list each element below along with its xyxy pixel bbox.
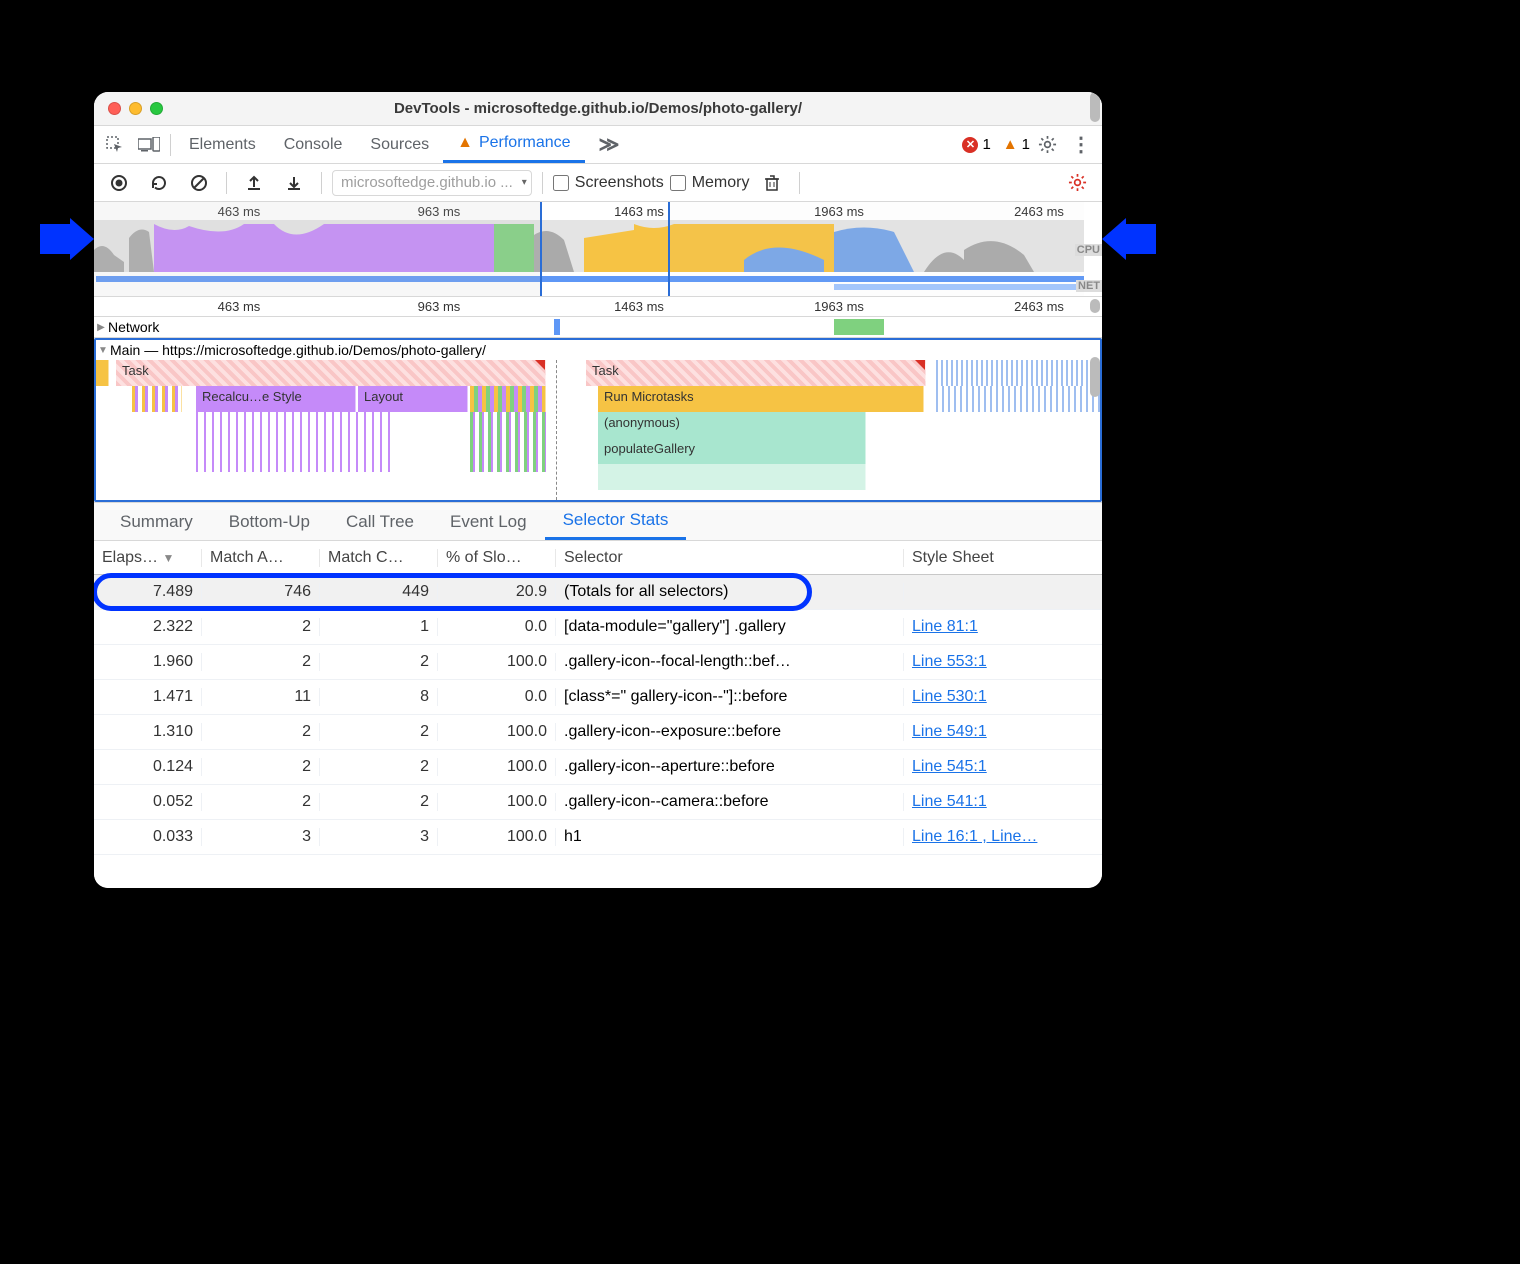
warning-icon: ▲ xyxy=(457,134,473,152)
table-body: 7.48974644920.9(Totals for all selectors… xyxy=(94,575,1102,855)
table-row[interactable]: 1.4711180.0[class*=" gallery-icon--"]::b… xyxy=(94,680,1102,715)
recalc-style-bar[interactable]: Recalcu…e Style xyxy=(196,386,356,412)
tabs-overflow-button[interactable]: ≫ xyxy=(585,126,634,163)
col-match-count[interactable]: Match C… xyxy=(320,549,438,567)
download-button[interactable] xyxy=(277,166,311,200)
memory-checkbox[interactable]: Memory xyxy=(670,174,750,192)
tab-selector-stats[interactable]: Selector Stats xyxy=(545,503,687,540)
table-row[interactable]: 0.05222100.0.gallery-icon--camera::befor… xyxy=(94,785,1102,820)
scrollbar-thumb[interactable] xyxy=(1090,357,1100,397)
gc-button[interactable] xyxy=(755,166,789,200)
memory-checkbox-input[interactable] xyxy=(670,175,686,191)
network-track-header[interactable]: ▶ Network xyxy=(94,317,1102,337)
clear-button[interactable] xyxy=(182,166,216,200)
detail-tab-bar: Summary Bottom-Up Call Tree Event Log Se… xyxy=(94,503,1102,541)
stylesheet-link[interactable]: Line 545:1 xyxy=(912,758,987,775)
main-tab-bar: Elements Console Sources ▲ Performance ≫… xyxy=(94,126,1102,164)
zoom-window-button[interactable] xyxy=(150,102,163,115)
sort-desc-icon: ▼ xyxy=(162,551,174,565)
table-row[interactable]: 1.31022100.0.gallery-icon--exposure::bef… xyxy=(94,715,1102,750)
table-header[interactable]: Elaps… ▼ Match A… Match C… % of Slo… Sel… xyxy=(94,541,1102,575)
issue-counters[interactable]: ✕ 1 ▲ 1 xyxy=(962,136,1030,153)
tab-performance-label: Performance xyxy=(479,134,571,152)
tab-bottom-up[interactable]: Bottom-Up xyxy=(211,503,328,540)
minimize-window-button[interactable] xyxy=(129,102,142,115)
main-track-header[interactable]: ▼ Main — https://microsoftedge.github.io… xyxy=(96,340,1100,360)
tab-call-tree[interactable]: Call Tree xyxy=(328,503,432,540)
screenshots-checkbox[interactable]: Screenshots xyxy=(553,174,664,192)
device-icon[interactable] xyxy=(132,128,166,162)
main-track-label: Main — https://microsoftedge.github.io/D… xyxy=(110,342,486,358)
layout-bar[interactable]: Layout xyxy=(358,386,468,412)
window-controls xyxy=(108,102,163,115)
close-window-button[interactable] xyxy=(108,102,121,115)
col-match-attempts[interactable]: Match A… xyxy=(202,549,320,567)
microtasks-bar[interactable]: Run Microtasks xyxy=(598,386,924,412)
tab-sources[interactable]: Sources xyxy=(356,126,443,163)
tab-performance[interactable]: ▲ Performance xyxy=(443,126,584,163)
annotation-arrow-left xyxy=(40,218,94,260)
flame-tracks: ▶ Network ▼ Main — https://microsoftedge… xyxy=(94,317,1102,503)
selector-stats-table: Elaps… ▼ Match A… Match C… % of Slo… Sel… xyxy=(94,541,1102,888)
tab-summary[interactable]: Summary xyxy=(102,503,211,540)
task-bar[interactable]: Task xyxy=(116,360,546,386)
table-row[interactable]: 1.96022100.0.gallery-icon--focal-length:… xyxy=(94,645,1102,680)
error-icon: ✕ xyxy=(962,137,978,153)
table-row[interactable]: 0.12422100.0.gallery-icon--aperture::bef… xyxy=(94,750,1102,785)
upload-button[interactable] xyxy=(237,166,271,200)
record-button[interactable] xyxy=(102,166,136,200)
window-title: DevTools - microsoftedge.github.io/Demos… xyxy=(94,100,1102,117)
stylesheet-link[interactable]: Line 16:1 , Line… xyxy=(912,828,1037,845)
more-menu-icon[interactable]: ⋮ xyxy=(1064,128,1098,162)
network-track-label: Network xyxy=(108,319,159,335)
screenshots-label: Screenshots xyxy=(575,174,664,192)
populate-gallery-bar[interactable]: populateGallery xyxy=(598,438,866,464)
tab-elements[interactable]: Elements xyxy=(175,126,270,163)
error-count: 1 xyxy=(982,136,990,153)
performance-toolbar: microsoftedge.github.io ... Screenshots … xyxy=(94,164,1102,202)
col-selector[interactable]: Selector xyxy=(556,549,904,567)
devtools-window: DevTools - microsoftedge.github.io/Demos… xyxy=(94,92,1102,888)
reload-button[interactable] xyxy=(142,166,176,200)
col-elapsed[interactable]: Elaps… ▼ xyxy=(94,549,202,567)
stylesheet-link[interactable]: Line 81:1 xyxy=(912,618,978,635)
col-slow[interactable]: % of Slo… xyxy=(438,549,556,567)
tab-event-log[interactable]: Event Log xyxy=(432,503,545,540)
inspect-icon[interactable] xyxy=(98,128,132,162)
anonymous-bar[interactable]: (anonymous) xyxy=(598,412,866,438)
annotation-arrow-right xyxy=(1102,218,1156,260)
col-stylesheet[interactable]: Style Sheet xyxy=(904,549,1084,567)
tab-console[interactable]: Console xyxy=(270,126,357,163)
stylesheet-link[interactable]: Line 553:1 xyxy=(912,653,987,670)
url-dropdown-label: microsoftedge.github.io ... xyxy=(341,174,513,191)
url-dropdown[interactable]: microsoftedge.github.io ... xyxy=(332,170,532,196)
screenshots-checkbox-input[interactable] xyxy=(553,175,569,191)
task-bar[interactable]: Task xyxy=(586,360,926,386)
stylesheet-link[interactable]: Line 530:1 xyxy=(912,688,987,705)
perf-settings-icon[interactable] xyxy=(1060,166,1094,200)
table-row[interactable]: 2.322210.0[data-module="gallery"] .galle… xyxy=(94,610,1102,645)
overview-timeline[interactable]: 463 ms 963 ms 1463 ms 1963 ms 2463 ms xyxy=(94,202,1102,297)
table-row[interactable]: 0.03333100.0h1Line 16:1 , Line… xyxy=(94,820,1102,855)
table-row[interactable]: 7.48974644920.9(Totals for all selectors… xyxy=(94,575,1102,610)
collapse-icon[interactable]: ▼ xyxy=(96,345,110,356)
titlebar: DevTools - microsoftedge.github.io/Demos… xyxy=(94,92,1102,126)
ruler-bottom: 463 ms 963 ms 1463 ms 1963 ms 2463 ms xyxy=(94,297,1102,317)
memory-label: Memory xyxy=(692,174,750,192)
overview-selection[interactable] xyxy=(540,202,670,296)
scrollbar-thumb[interactable] xyxy=(1090,299,1100,313)
warning-icon: ▲ xyxy=(1003,136,1018,153)
flame-chart[interactable]: Task Task Recalcu…e Style Layout Run Mic… xyxy=(96,360,1100,500)
stylesheet-link[interactable]: Line 541:1 xyxy=(912,793,987,810)
stylesheet-link[interactable]: Line 549:1 xyxy=(912,723,987,740)
warning-count: 1 xyxy=(1022,136,1030,153)
expand-icon[interactable]: ▶ xyxy=(94,322,108,333)
settings-icon[interactable] xyxy=(1030,128,1064,162)
